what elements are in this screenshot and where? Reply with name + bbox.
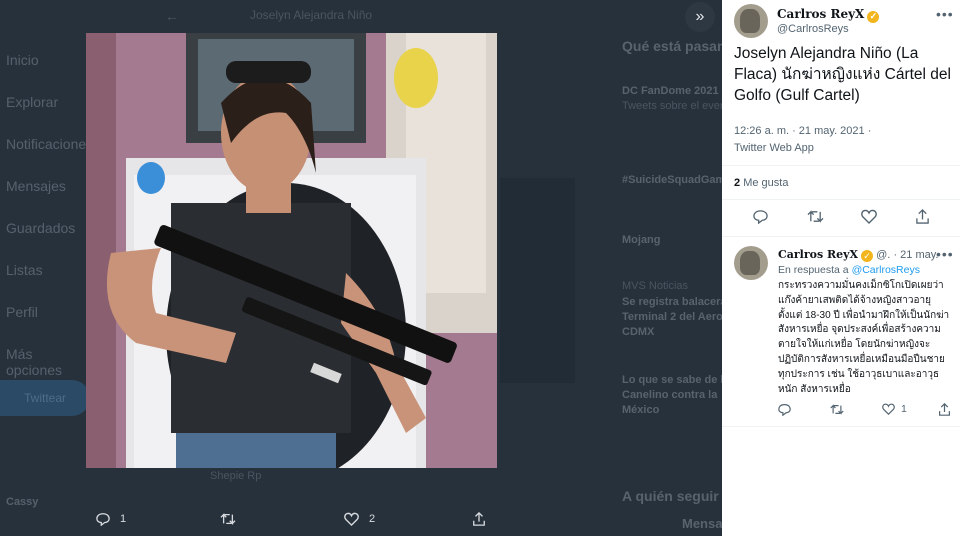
who-to-follow-title: A quién seguir	[622, 488, 719, 504]
trends-column-dimmed: Qué está pasando DC FanDome 2021 Tweets …	[614, 0, 722, 536]
media-like-count: 2	[369, 513, 376, 525]
heart-icon	[344, 512, 359, 526]
reply-header: Carlros ReyX ✓ @. · 21 may.	[778, 248, 938, 262]
trend-4-line3: CDMX	[622, 326, 655, 338]
media-reply-button[interactable]: 1	[96, 512, 126, 526]
media-like-button[interactable]: 2	[344, 512, 375, 526]
tweet-detail-panel: Carlros ReyX ✓ @CarlrosReys ••• Joselyn A…	[722, 0, 960, 536]
retweet-icon	[830, 404, 844, 415]
reply-like-count: 1	[901, 403, 907, 415]
nav-item-messages: Mensajes	[6, 178, 66, 194]
reply-more-options-icon[interactable]: •••	[936, 246, 954, 262]
media-retweet-button[interactable]	[220, 512, 236, 526]
reply-context: En respuesta a @CarlrosReys	[778, 264, 920, 276]
like-button[interactable]	[861, 209, 877, 227]
author-name-text: Carlros ReyX	[777, 7, 865, 21]
bottom-user-2: Shepie Rp	[210, 470, 262, 482]
bottom-user: Cassy	[6, 496, 39, 508]
tweet-timestamp[interactable]: 12:26 a. m. · 21 may. 2021 ·	[734, 125, 871, 137]
divider	[722, 236, 960, 237]
media-reply-count: 1	[120, 513, 127, 525]
trend-3: Mojang	[622, 234, 661, 246]
divider	[722, 165, 960, 166]
back-arrow-icon: ←	[165, 8, 179, 24]
reply-share-button[interactable]	[938, 402, 951, 419]
reply-avatar[interactable]	[734, 246, 768, 280]
heart-icon	[882, 403, 895, 416]
trend-5-line3: México	[622, 404, 660, 416]
messages-drawer: Mensajes	[682, 516, 722, 531]
likes-label: Me gusta	[743, 177, 789, 189]
tweet-text: Joselyn Alejandra Niño (La Flaca) นักฆ่า…	[734, 45, 951, 104]
divider	[722, 199, 960, 200]
author-avatar[interactable]	[734, 4, 768, 38]
trend-4-source: MVS Noticias	[622, 280, 689, 292]
heart-icon	[861, 209, 877, 224]
reply-author-handle[interactable]: @.	[876, 249, 890, 261]
reply-actions: 1	[778, 402, 954, 419]
nav-item-explore: Explorar	[6, 94, 59, 110]
share-icon	[916, 209, 929, 224]
retweet-icon	[220, 513, 236, 525]
divider	[722, 426, 960, 427]
nav-item-bookmarks: Guardados	[6, 220, 76, 236]
verified-badge-icon: ✓	[861, 250, 874, 262]
reply-icon	[96, 513, 110, 526]
more-options-icon[interactable]: •••	[936, 6, 954, 22]
trends-title: Qué está pasando	[622, 38, 722, 54]
reply-to-link[interactable]: @CarlrosReys	[852, 264, 920, 276]
share-button[interactable]	[915, 209, 930, 227]
reply-icon	[753, 210, 768, 225]
reply-reply-button[interactable]	[778, 403, 791, 419]
tweet-source[interactable]: Twitter Web App	[734, 142, 814, 154]
media-photo[interactable]	[86, 33, 497, 468]
double-chevron-right-icon: »	[695, 8, 705, 25]
author-handle[interactable]: @CarlrosReys	[777, 23, 849, 35]
retweet-icon	[807, 210, 824, 223]
sidebar-nav: Inicio Explorar Notificaciones Mensajes …	[0, 0, 94, 536]
nav-item-notifications: Notificaciones	[6, 136, 94, 152]
reply-like-button[interactable]: 1	[882, 403, 907, 418]
nav-item-more: Más opciones	[6, 346, 63, 378]
trend-4-line2: Terminal 2 del Aeropuerto	[622, 311, 722, 323]
nav-item-home: Inicio	[6, 52, 39, 68]
likes-count: 2	[734, 177, 741, 189]
nav-item-lists: Listas	[6, 262, 43, 278]
share-icon	[473, 512, 485, 526]
reply-button[interactable]	[753, 209, 768, 227]
media-action-bar: 1 2	[96, 512, 496, 536]
retweet-button[interactable]	[807, 209, 824, 227]
reply-icon	[778, 404, 791, 417]
trend-2: #SuicideSquadGame	[622, 174, 722, 186]
nav-item-profile: Perfil	[6, 304, 38, 320]
photo-illustration	[86, 33, 497, 468]
trend-1: DC FanDome 2021	[622, 85, 719, 97]
reply-time[interactable]: · 21 may.	[893, 249, 938, 261]
share-icon	[939, 402, 950, 416]
dimmed-thumb	[500, 178, 575, 383]
reply-author-name[interactable]: Carlros ReyX	[778, 248, 858, 261]
author-name[interactable]: Carlros ReyX ✓	[777, 7, 880, 23]
trend-1-sub: Tweets sobre el evento	[622, 100, 722, 112]
reply-prefix: En respuesta a	[778, 264, 849, 276]
likes-summary[interactable]: 2 Me gusta	[734, 177, 788, 189]
top-header: Joselyn Alejandra Niño	[250, 8, 373, 22]
trend-4-line1: Se registra balacera en	[622, 296, 722, 308]
verified-badge-icon: ✓	[867, 11, 880, 23]
reply-retweet-button[interactable]	[830, 403, 844, 419]
media-share-button[interactable]	[472, 512, 486, 526]
tweet-actions	[722, 209, 960, 231]
tweet-meta: 12:26 a. m. · 21 may. 2021 · Twitter Web…	[734, 123, 871, 157]
trend-5-line2: Canelino contra la	[622, 389, 718, 401]
trend-5-line1: Lo que se sabe de la	[622, 374, 722, 386]
tweet-button-dimmed: Twittear	[0, 380, 90, 416]
collapse-panel-button[interactable]: »	[685, 2, 715, 32]
reply-text: กระทรวงความมั่นคงเม็กซิโกเปิดเผยว่า แก๊ง…	[778, 280, 950, 395]
